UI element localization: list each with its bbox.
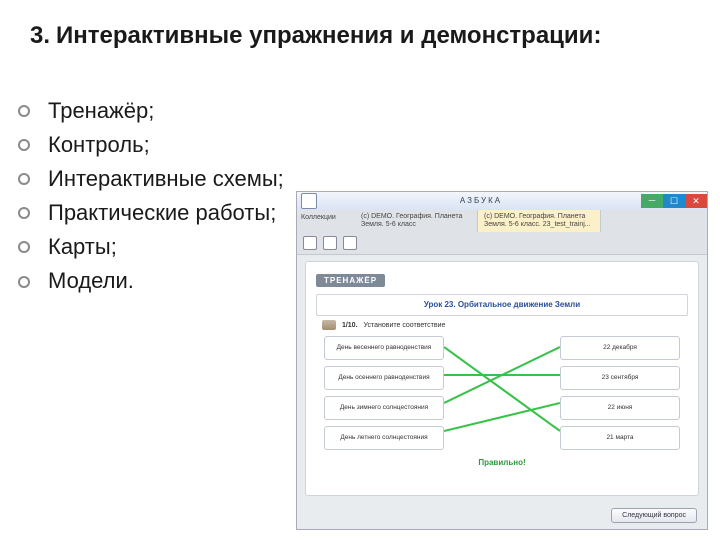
match-option-right[interactable]: 23 сентября (560, 366, 680, 390)
list-item: Тренажёр; (18, 94, 284, 128)
bullet-icon (18, 105, 30, 117)
bullet-icon (18, 207, 30, 219)
bullet-icon (18, 173, 30, 185)
print-icon[interactable] (343, 236, 357, 250)
question-text: Установите соответствие (363, 322, 445, 329)
breadcrumb: Коллекции (с) DEMO. География. Планета З… (297, 210, 707, 232)
match-right-column: 22 декабря 23 сентября 22 июня 21 марта (560, 336, 680, 456)
window-titlebar: АЗБУКА － ☐ ✕ (297, 192, 707, 210)
matching-area: День весеннего равноденствия День осеннег… (324, 336, 680, 454)
list-item: Карты; (18, 230, 284, 264)
match-option-right[interactable]: 22 июня (560, 396, 680, 420)
app-logo-icon (301, 193, 317, 209)
app-window: АЗБУКА － ☐ ✕ Коллекции (с) DEMO. Географ… (296, 191, 708, 530)
list-item: Модели. (18, 264, 284, 298)
match-lines (444, 336, 560, 454)
match-option-right[interactable]: 21 марта (560, 426, 680, 450)
match-option-left[interactable]: День зимнего солнцестояния (324, 396, 444, 420)
bullet-icon (18, 276, 30, 288)
window-title: АЗБУКА (321, 196, 641, 205)
list-item-label: Карты; (48, 230, 117, 264)
next-question-button[interactable]: Следующий вопрос (611, 508, 697, 523)
toolbar (297, 232, 707, 255)
list-item: Контроль; (18, 128, 284, 162)
list-item-label: Интерактивные схемы; (48, 162, 284, 196)
breadcrumb-item[interactable]: (с) DEMO. География. Планета Земля. 5-6 … (355, 210, 478, 232)
pointer-icon (322, 320, 336, 330)
question-prompt: 1/10. Установите соответствие (322, 320, 688, 330)
list-item-label: Практические работы; (48, 196, 276, 230)
match-option-left[interactable]: День весеннего равноденствия (324, 336, 444, 360)
heading-number: 3. (30, 22, 50, 49)
list-item: Практические работы; (18, 196, 284, 230)
list-item: Интерактивные схемы; (18, 162, 284, 196)
window-buttons: － ☐ ✕ (641, 194, 707, 208)
match-left-column: День весеннего равноденствия День осеннег… (324, 336, 444, 456)
breadcrumb-home[interactable]: Коллекции (297, 210, 355, 232)
footer-bar: Следующий вопрос (297, 504, 707, 529)
minimize-button[interactable]: － (641, 194, 663, 208)
refresh-icon[interactable] (323, 236, 337, 250)
bullet-list: Тренажёр;Контроль;Интерактивные схемы;Пр… (18, 94, 284, 299)
list-item-label: Контроль; (48, 128, 150, 162)
back-icon[interactable] (303, 236, 317, 250)
lesson-title: Урок 23. Орбитальное движение Земли (316, 294, 688, 316)
close-button[interactable]: ✕ (685, 194, 707, 208)
bullet-icon (18, 241, 30, 253)
question-number: 1/10. (342, 322, 358, 329)
breadcrumb-item[interactable]: (с) DEMO. География. Планета Земля. 5-6 … (478, 210, 601, 232)
list-item-label: Тренажёр; (48, 94, 154, 128)
match-option-left[interactable]: День осеннего равноденствия (324, 366, 444, 390)
match-option-left[interactable]: День летнего солнцестояния (324, 426, 444, 450)
feedback-text: Правильно! (316, 458, 688, 467)
mode-chip: ТРЕНАЖЁР (316, 274, 385, 287)
match-option-right[interactable]: 22 декабря (560, 336, 680, 360)
exercise-sheet: ТРЕНАЖЁР Урок 23. Орбитальное движение З… (305, 261, 699, 496)
heading-text: Интерактивные упражнения и демонстрации: (56, 22, 601, 49)
maximize-button[interactable]: ☐ (663, 194, 685, 208)
slide-heading: 3.Интерактивные упражнения и демонстраци… (30, 20, 680, 51)
list-item-label: Модели. (48, 264, 134, 298)
bullet-icon (18, 139, 30, 151)
